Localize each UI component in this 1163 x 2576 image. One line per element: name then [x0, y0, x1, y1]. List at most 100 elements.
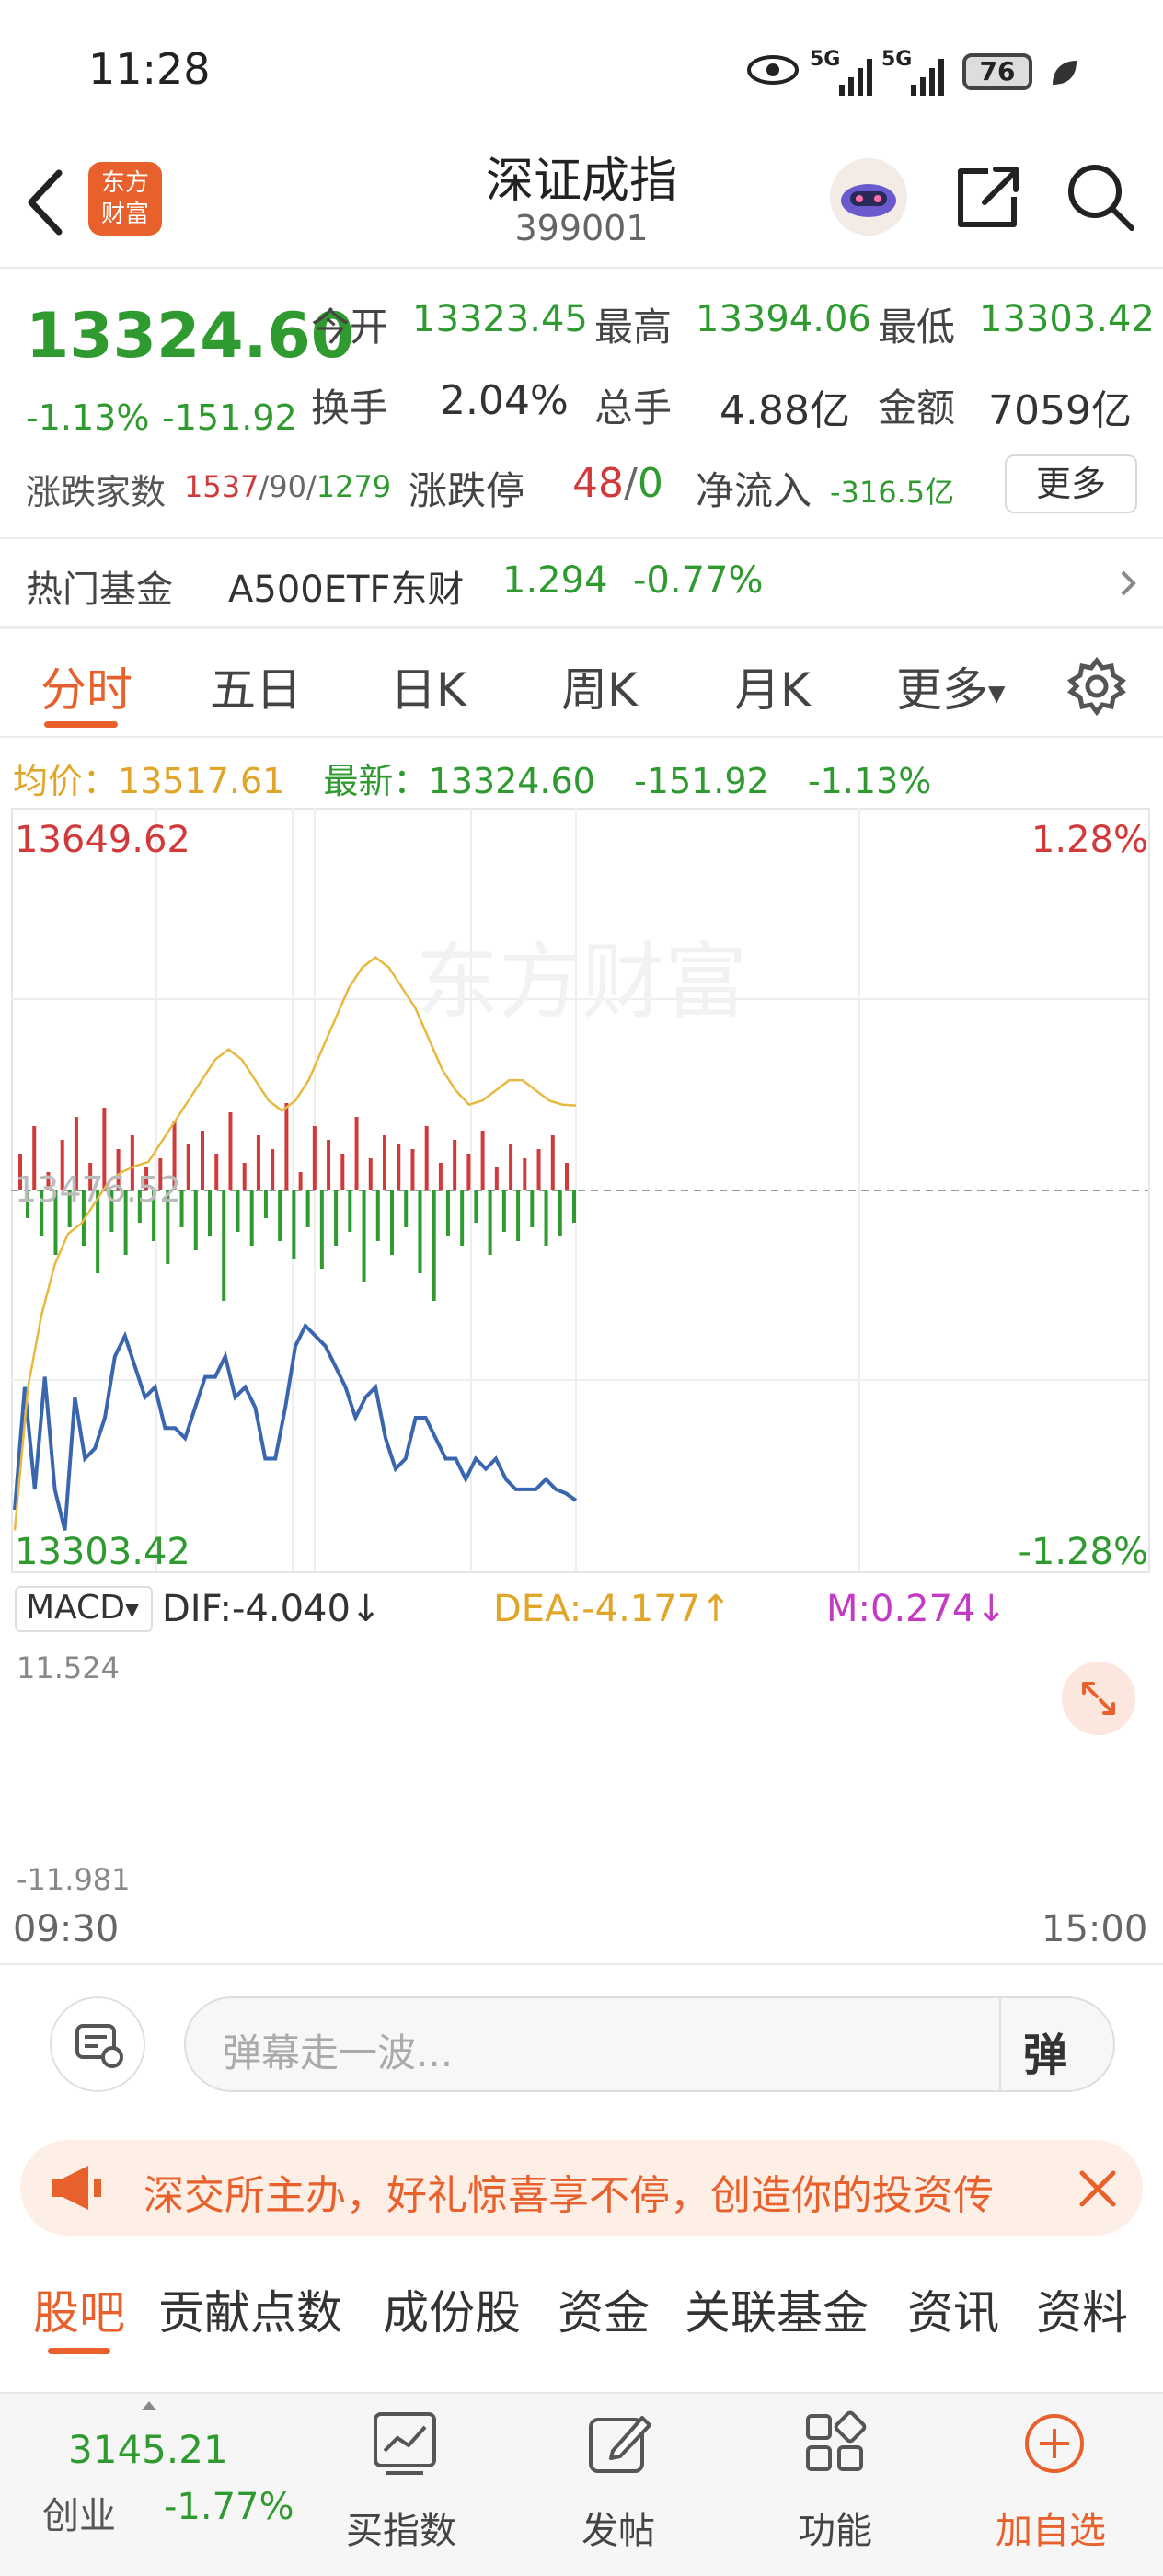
volume-bar-down: [501, 1190, 506, 1232]
volume-bar-up: [228, 1112, 233, 1190]
tab-constituents[interactable]: 成份股: [383, 2276, 521, 2342]
avg-label: 均价：: [13, 761, 119, 801]
low-value: 13303.42: [979, 298, 1155, 340]
volume-bar-down: [404, 1190, 409, 1227]
volume-bar-up: [523, 1158, 527, 1190]
share-icon[interactable]: [951, 160, 1023, 234]
tab-daily-k[interactable]: 日K: [390, 653, 466, 719]
index-name: 创业: [42, 2495, 116, 2537]
gear-icon[interactable]: [1067, 657, 1126, 716]
function-button[interactable]: 功能: [769, 2410, 898, 2567]
tab-related-funds[interactable]: 关联基金: [685, 2276, 869, 2342]
advance-decline-values: 1537/90/1279: [184, 469, 391, 504]
limit-down-count: 0: [637, 460, 663, 507]
volume-bar-up: [453, 1140, 457, 1190]
volume-bar-down: [193, 1190, 198, 1250]
promo-banner[interactable]: 深交所主办，好礼惊喜享不停，创造你的投资传: [20, 2140, 1143, 2236]
volume-value: 4.88亿: [720, 387, 850, 434]
tab-monthly-k[interactable]: 月K: [734, 653, 811, 719]
volume-bar-down: [544, 1190, 548, 1246]
tab-guba[interactable]: 股吧: [33, 2276, 125, 2342]
advance-decline-label: 涨跌家数: [26, 472, 167, 512]
limit-label: 涨跌停: [409, 468, 525, 513]
flat-count: 90: [269, 469, 306, 504]
limit-values: 48/0: [572, 460, 663, 507]
divider: [999, 1998, 1001, 2090]
bottom-nav: 3145.21 创业 -1.77% 买指数 发帖 功能 加自选: [0, 2392, 1163, 2576]
hot-fund-change: -0.77%: [633, 559, 764, 602]
tab-funds-flow[interactable]: 资金: [558, 2276, 650, 2342]
volume-bar-down: [278, 1190, 282, 1241]
low-label: 最低: [878, 305, 956, 350]
grid-apps-icon: [806, 2410, 867, 2471]
intraday-chart[interactable]: 东方财富 13649.62 1.28% 13476.52 13303.42 -1…: [11, 808, 1152, 1581]
chart-legend: 均价：13517.61 最新：13324.60 -151.92 -1.13%: [13, 753, 931, 803]
current-price: 13324.60: [26, 300, 355, 373]
danmaku-input[interactable]: 弹幕走一波... 弹: [184, 1996, 1115, 2092]
macd-dif-value: DIF:-4.040: [162, 1588, 351, 1630]
signal-icon-1: [839, 59, 872, 96]
volume-bar-up: [509, 1144, 513, 1190]
indicator-select[interactable]: MACD▼: [15, 1586, 153, 1632]
price-top-label: 13649.62: [15, 819, 190, 861]
expand-icon: [1082, 1682, 1115, 1715]
turnover-label: 换手: [311, 385, 389, 431]
price-bottom-label: 13303.42: [15, 1531, 190, 1573]
tab-profile[interactable]: 资料: [1036, 2276, 1128, 2342]
open-value: 13323.45: [412, 298, 588, 340]
volume-bar-down: [445, 1190, 450, 1236]
tab-five-day[interactable]: 五日: [210, 653, 302, 719]
latest-change: -151.92: [634, 761, 769, 801]
megaphone-icon: [52, 2166, 101, 2210]
tab-more[interactable]: 更多▼: [896, 653, 1005, 719]
watermark: 东方财富: [416, 934, 747, 1030]
arrow-down-icon: ↓: [350, 1588, 382, 1630]
volume-bar-up: [383, 1135, 386, 1190]
banner-text: 深交所主办，好礼惊喜享不停，创造你的投资传: [144, 2172, 994, 2219]
battery-level: 76: [979, 56, 1016, 86]
volume-bar-down: [292, 1190, 296, 1259]
danmaku-settings-button[interactable]: [50, 1996, 145, 2092]
open-label: 今开: [311, 305, 389, 350]
high-value: 13394.06: [696, 298, 871, 340]
tab-contribution[interactable]: 贡献点数: [158, 2276, 342, 2342]
tab-news[interactable]: 资讯: [907, 2276, 999, 2342]
high-label: 最高: [594, 305, 673, 350]
post-label: 发帖: [582, 2510, 655, 2552]
danmaku-button[interactable]: 弹: [1023, 2018, 1067, 2083]
volume-bar-up: [298, 1172, 303, 1190]
volume-bar-down: [263, 1190, 268, 1218]
macd-dif: DIF:-4.040↓: [162, 1588, 381, 1630]
amount-label: 金额: [878, 385, 956, 431]
latest-pct: -1.13%: [807, 761, 932, 801]
caret-down-icon: ▼: [124, 1598, 140, 1620]
hot-fund-row[interactable]: 热门基金 A500ETF东财 1.294 -0.77%: [0, 539, 1163, 626]
add-watchlist-label: 加自选: [996, 2510, 1106, 2552]
volume-bar-up: [242, 1163, 247, 1190]
volume-bar-up: [327, 1140, 331, 1190]
volume-bar-up: [466, 1154, 471, 1190]
volume-bar-up: [397, 1144, 401, 1190]
tab-minute[interactable]: 分时: [40, 653, 132, 719]
tab-weekly-k[interactable]: 周K: [561, 653, 638, 719]
turnover-value: 2.04%: [440, 377, 569, 424]
expand-button[interactable]: [1062, 1662, 1135, 1735]
post-button[interactable]: 发帖: [552, 2410, 681, 2567]
add-watchlist-button[interactable]: 加自选: [985, 2410, 1132, 2567]
index-change: -1.77%: [164, 2486, 294, 2528]
limit-sep: /: [624, 460, 638, 507]
signal-icon-2: [911, 59, 944, 96]
volume-bar-up: [271, 1149, 275, 1190]
more-button[interactable]: 更多: [1005, 454, 1137, 513]
volume-bar-down: [375, 1190, 380, 1241]
volume-bar-down: [530, 1190, 535, 1227]
status-time: 11:28: [88, 44, 211, 94]
index-ticker[interactable]: 3145.21 创业 -1.77%: [0, 2394, 313, 2576]
search-icon[interactable]: [1064, 160, 1137, 234]
buy-index-button[interactable]: 买指数: [340, 2410, 469, 2567]
volume-bar-up: [186, 1144, 190, 1190]
hot-fund-price: 1.294: [502, 559, 608, 602]
close-icon[interactable]: [1075, 2166, 1121, 2212]
robot-assistant-icon[interactable]: [828, 156, 909, 237]
volume-bar-up: [410, 1149, 415, 1190]
